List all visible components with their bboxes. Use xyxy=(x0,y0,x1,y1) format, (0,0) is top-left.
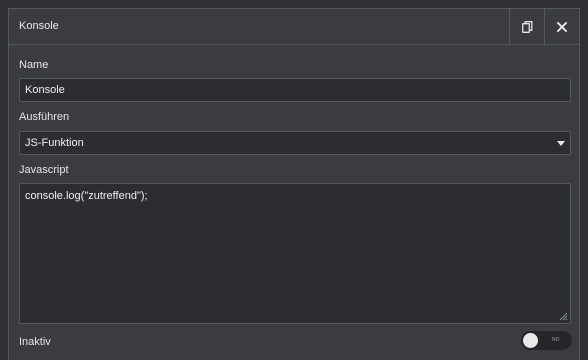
toggle-state-text: NO xyxy=(552,337,560,343)
name-label: Name xyxy=(19,59,49,71)
execute-label: Ausführen xyxy=(19,111,70,123)
dialog-header: Konsole xyxy=(9,9,579,45)
close-icon xyxy=(557,21,567,32)
copy-icon xyxy=(521,20,532,33)
execute-select-value: JS-Funktion xyxy=(25,137,84,149)
dialog-panel: Konsole Name Konsole Ausführen JS-Funkti… xyxy=(8,8,580,360)
resize-handle-icon[interactable] xyxy=(558,311,568,321)
javascript-textarea[interactable]: console.log("zutreffend"); xyxy=(19,183,571,324)
chevron-down-icon xyxy=(557,141,565,146)
toggle-knob xyxy=(523,333,538,348)
dialog-title: Konsole xyxy=(19,20,59,32)
execute-select[interactable]: JS-Funktion xyxy=(19,131,571,155)
copy-button[interactable] xyxy=(509,9,544,44)
close-button[interactable] xyxy=(544,9,579,44)
javascript-code: console.log("zutreffend"); xyxy=(25,190,148,202)
javascript-label: Javascript xyxy=(19,164,69,176)
name-input[interactable]: Konsole xyxy=(19,78,571,102)
inactive-toggle[interactable]: NO xyxy=(521,331,572,350)
inactive-label: Inaktiv xyxy=(19,336,51,348)
